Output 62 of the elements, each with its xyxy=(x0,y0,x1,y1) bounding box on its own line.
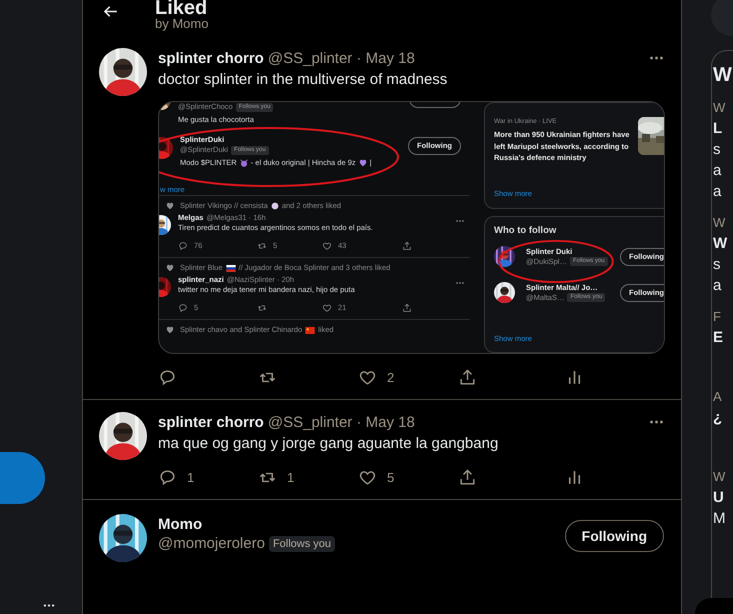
trend-headline: W xyxy=(713,234,728,254)
retweet-button[interactable]: 1 xyxy=(258,468,294,486)
following-button[interactable]: Following xyxy=(564,520,664,552)
share-button[interactable] xyxy=(458,368,477,386)
trend-context: A xyxy=(713,388,723,406)
author-handle: @SS_plinter · May 18 xyxy=(268,50,415,66)
author-name: splinter chorro xyxy=(158,50,264,66)
tweet-text: doctor splinter in the multiverse of madness xyxy=(158,70,448,90)
tweet-text: ma que og gang y jorge gang aguante la gangbang xyxy=(158,434,500,454)
trend-text: M xyxy=(713,509,726,529)
compose-button[interactable] xyxy=(0,452,45,504)
trend-context: W xyxy=(713,99,726,117)
more-icon[interactable] xyxy=(648,419,665,425)
emoji-icon xyxy=(270,202,279,210)
panel-title: W xyxy=(713,63,733,87)
heart-emoji-icon xyxy=(358,159,367,167)
trend-headline: E xyxy=(713,328,724,348)
share-button[interactable] xyxy=(458,468,477,486)
heart-icon xyxy=(166,326,174,334)
trend-headline: L xyxy=(713,119,724,139)
retweet-icon xyxy=(257,241,267,251)
trend-context: W xyxy=(713,468,726,486)
reply-icon xyxy=(178,303,188,313)
trend-headline: U xyxy=(713,488,725,508)
retweet-icon xyxy=(257,303,267,313)
trend-context: F xyxy=(713,308,722,326)
heart-icon xyxy=(322,241,332,251)
trend-text: s xyxy=(713,140,722,160)
share-icon xyxy=(402,241,412,251)
author-handle: @SS_plinter · May 18 xyxy=(268,414,415,430)
reply-button[interactable] xyxy=(158,368,177,386)
devil-emoji-icon xyxy=(240,159,248,167)
trend-text: s xyxy=(713,255,722,275)
more-icon[interactable] xyxy=(42,603,56,608)
heart-icon xyxy=(166,264,174,272)
like-button[interactable]: 5 xyxy=(358,468,394,486)
reply-icon xyxy=(158,468,177,486)
flag-icon xyxy=(226,264,236,272)
user-name: Momo xyxy=(158,516,204,533)
more-icon[interactable] xyxy=(455,281,465,285)
trend-headline: ¿ xyxy=(713,408,724,428)
user-handle: @momojerolero xyxy=(158,535,265,552)
trend-text: a xyxy=(713,182,722,202)
reply-icon xyxy=(178,241,188,251)
heart-icon xyxy=(166,202,174,210)
trend-context: W xyxy=(713,214,726,232)
follows-you-badge: Follows you xyxy=(268,536,336,552)
flag-icon xyxy=(305,326,316,334)
reply-button[interactable]: 1 xyxy=(158,468,194,486)
share-icon xyxy=(402,303,412,313)
like-button[interactable]: 2 xyxy=(358,368,394,386)
reply-icon xyxy=(158,368,177,386)
share-icon xyxy=(458,368,477,386)
more-icon[interactable] xyxy=(648,55,665,61)
card-title: Who to follow xyxy=(494,224,558,237)
trend-text: a xyxy=(713,276,722,296)
share-icon xyxy=(458,468,477,486)
more-icon[interactable] xyxy=(455,219,465,223)
author-name: splinter chorro xyxy=(158,414,264,430)
trend-text: a xyxy=(713,161,722,181)
heart-icon xyxy=(322,303,332,313)
page-subtitle: by Momo xyxy=(155,16,208,32)
